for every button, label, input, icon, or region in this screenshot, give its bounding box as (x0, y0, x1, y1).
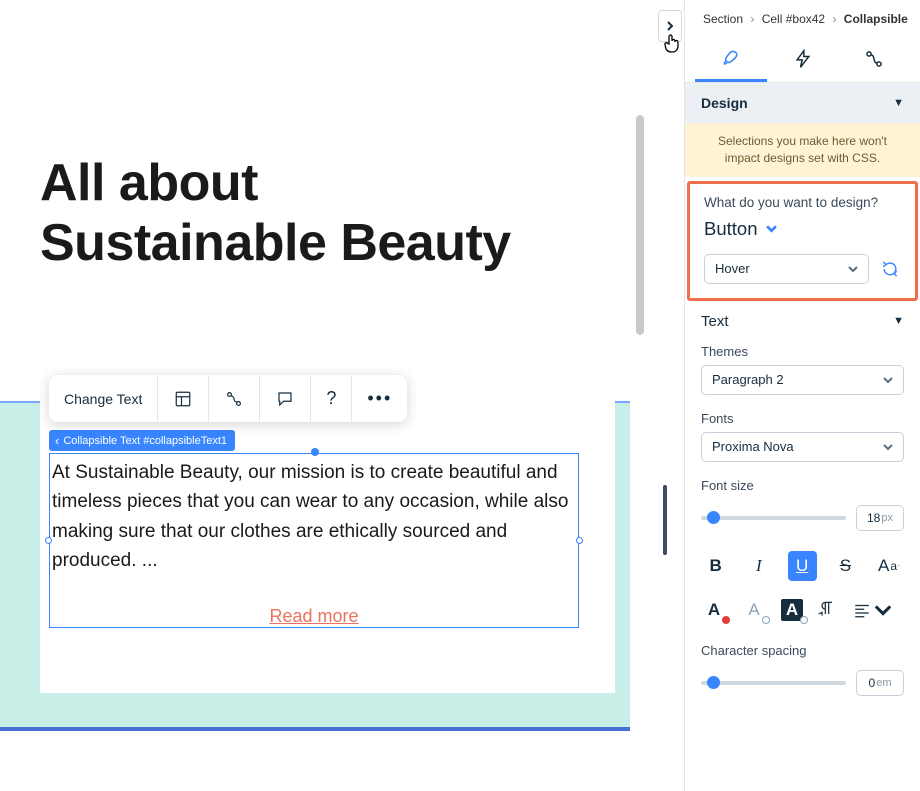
help-button[interactable]: ? (311, 375, 352, 422)
text-accordion-header[interactable]: Text ▼ (685, 301, 920, 340)
lightning-icon (793, 49, 813, 69)
slider-thumb[interactable] (707, 511, 720, 524)
text-align-button[interactable] (853, 601, 892, 619)
fonts-select[interactable]: Proxima Nova (701, 432, 904, 462)
char-spacing-field: Character spacing (685, 639, 920, 666)
color-swatch-icon (762, 616, 770, 624)
state-select[interactable]: Hover (704, 254, 869, 284)
heading-line-1: All about (40, 154, 258, 212)
selection-handle-top[interactable] (311, 448, 319, 456)
chevron-down-icon (766, 223, 777, 234)
themes-select[interactable]: Paragraph 2 (701, 365, 904, 395)
element-toolbar: Change Text ? ••• (49, 375, 407, 422)
tab-design[interactable] (695, 36, 767, 82)
chevron-down-icon (883, 442, 893, 452)
change-text-button[interactable]: Change Text (49, 375, 158, 422)
selection-handle-right[interactable] (576, 537, 583, 544)
breadcrumb-item[interactable]: Cell #box42 (762, 12, 825, 26)
collapse-panel-button[interactable] (658, 10, 682, 42)
reset-icon (880, 259, 900, 279)
font-size-slider[interactable] (701, 516, 846, 520)
heading-line-2: Sustainable Beauty (40, 214, 511, 272)
chevron-down-icon (898, 561, 900, 570)
align-left-icon (853, 601, 871, 619)
fonts-field: Fonts Proxima Nova (685, 407, 920, 474)
layout-button[interactable] (158, 375, 209, 422)
chevron-right-icon: › (832, 12, 836, 26)
css-warning-note: Selections you make here won't impact de… (685, 123, 920, 177)
design-question-label: What do you want to design? (704, 195, 901, 210)
slider-thumb[interactable] (707, 676, 720, 689)
caret-down-icon: ▼ (893, 97, 904, 109)
dev-icon (864, 49, 884, 69)
tab-dev[interactable] (838, 36, 910, 82)
text-color-button[interactable]: A (701, 597, 727, 623)
comment-button[interactable] (260, 375, 311, 422)
color-swatch-icon (800, 616, 808, 624)
chevron-right-icon: › (750, 12, 754, 26)
text-direction-button[interactable] (817, 599, 839, 621)
brush-icon (721, 48, 741, 68)
design-target-box: What do you want to design? Button Hover (687, 181, 918, 301)
chevron-down-icon (883, 375, 893, 385)
char-spacing-input[interactable]: 0 em (856, 670, 904, 696)
bold-button[interactable]: B (701, 551, 730, 581)
font-size-input[interactable]: 18 px (856, 505, 904, 531)
read-more-link[interactable]: Read more (49, 606, 579, 627)
text-color-outline-button[interactable]: A (741, 597, 767, 623)
chevron-down-icon (874, 601, 892, 619)
text-color-row: A A A (685, 595, 920, 639)
canvas-scrollbar[interactable] (636, 115, 644, 335)
reset-state-button[interactable] (879, 258, 901, 280)
underline-button[interactable]: U (788, 551, 817, 581)
text-case-button[interactable]: A a (874, 551, 904, 581)
layout-icon (173, 389, 193, 409)
tab-animation[interactable] (767, 36, 839, 82)
italic-button[interactable]: I (744, 551, 773, 581)
text-style-row: B I U S A a (685, 545, 920, 595)
connections-button[interactable] (209, 375, 260, 422)
breadcrumb: Section › Cell #box42 › Collapsible (685, 0, 920, 36)
paragraph-icon (817, 599, 837, 619)
page-heading[interactable]: All about Sustainable Beauty (40, 154, 511, 274)
breadcrumb-current: Collapsible (844, 12, 908, 26)
char-spacing-slider[interactable] (701, 681, 846, 685)
breadcrumb-item[interactable]: Section (703, 12, 743, 26)
text-highlight-button[interactable]: A (781, 599, 803, 621)
page-stage[interactable]: All about Sustainable Beauty Change Text (0, 60, 630, 791)
chevron-down-icon (848, 264, 858, 274)
strikethrough-button[interactable]: S (831, 551, 860, 581)
design-target-dropdown[interactable]: Button (704, 218, 901, 240)
editor-canvas: All about Sustainable Beauty Change Text (0, 0, 653, 791)
design-section-header[interactable]: Design ▼ (685, 83, 920, 123)
inspector-panel: Section › Cell #box42 › Collapsible Desi… (684, 0, 920, 791)
collapsible-text-content[interactable]: At Sustainable Beauty, our mission is to… (52, 458, 574, 576)
themes-field: Themes Paragraph 2 (685, 340, 920, 407)
panel-resize-handle[interactable] (663, 485, 667, 555)
panel-tabs (685, 36, 920, 83)
connections-icon (224, 389, 244, 409)
caret-down-icon: ▼ (893, 315, 904, 327)
color-swatch-icon (722, 616, 730, 624)
more-button[interactable]: ••• (352, 375, 407, 422)
font-size-field: Font size (685, 474, 920, 501)
comment-icon (275, 389, 295, 409)
selection-tag[interactable]: Collapsible Text #collapsibleText1 (49, 430, 235, 451)
selection-handle-left[interactable] (45, 537, 52, 544)
